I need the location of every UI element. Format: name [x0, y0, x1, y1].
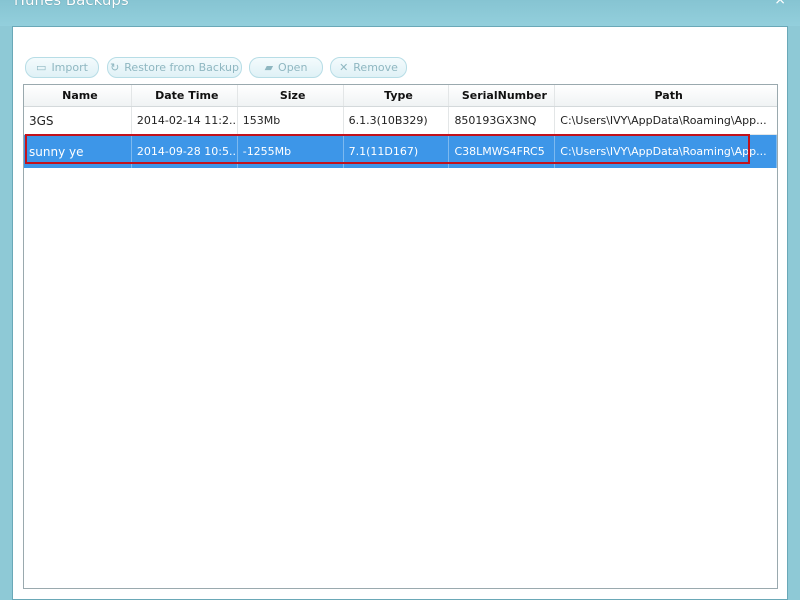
title-bar: iTunes Backups ×: [0, 0, 800, 26]
cell-name: sunny ye: [24, 135, 132, 168]
import-label: Import: [51, 61, 88, 74]
restore-label: Restore from Backup: [124, 61, 239, 74]
cell-type: 7.1(11D167): [344, 135, 450, 168]
remove-icon: ✕: [339, 61, 349, 74]
column-header-name[interactable]: Name: [24, 85, 132, 106]
column-header-path[interactable]: Path: [555, 85, 777, 106]
column-header-serial-number[interactable]: SerialNumber: [449, 85, 556, 106]
cell-size: -1255Mb: [238, 135, 344, 168]
cell-serial-number: 850193GX3NQ: [449, 107, 556, 134]
table-header: Name Date Time Size Type SerialNumber Pa…: [24, 85, 777, 107]
cell-type: 6.1.3(10B329): [344, 107, 450, 134]
backups-table[interactable]: Name Date Time Size Type SerialNumber Pa…: [23, 84, 778, 589]
cell-size: 153Mb: [238, 107, 344, 134]
cell-date-time: 2014-09-28 10:5...: [132, 135, 238, 168]
open-button[interactable]: ▰ Open: [249, 57, 323, 78]
folder-open-icon: ▰: [264, 61, 274, 74]
import-button[interactable]: ▭ Import: [25, 57, 99, 78]
open-label: Open: [278, 61, 308, 74]
restore-from-backup-button[interactable]: ↻ Restore from Backup: [107, 57, 242, 78]
remove-button[interactable]: ✕ Remove: [330, 57, 407, 78]
remove-label: Remove: [353, 61, 398, 74]
column-header-type[interactable]: Type: [344, 85, 450, 106]
client-area: ▭ Import ↻ Restore from Backup ▰ Open ✕ …: [12, 26, 788, 600]
cell-path: C:\Users\IVY\AppData\Roaming\App...: [560, 114, 767, 127]
window-title: iTunes Backups: [14, 0, 129, 9]
table-row[interactable]: 3GS 2014-02-14 11:2... 153Mb 6.1.3(10B32…: [24, 107, 777, 135]
column-header-date-time[interactable]: Date Time: [132, 85, 238, 106]
cell-serial-number: C38LMWS4FRC5: [449, 135, 556, 168]
close-icon[interactable]: ×: [774, 0, 786, 8]
column-header-size[interactable]: Size: [238, 85, 344, 106]
cell-path: C:\Users\IVY\AppData\Roaming\App...: [555, 135, 777, 168]
cell-date-time: 2014-02-14 11:2...: [132, 107, 238, 134]
table-row-selected[interactable]: sunny ye 2014-09-28 10:5... -1255Mb 7.1(…: [24, 135, 777, 168]
import-icon: ▭: [36, 61, 47, 74]
toolbar: ▭ Import ↻ Restore from Backup ▰ Open ✕ …: [25, 57, 785, 79]
restore-icon: ↻: [110, 61, 120, 74]
cell-name: 3GS: [24, 107, 132, 134]
